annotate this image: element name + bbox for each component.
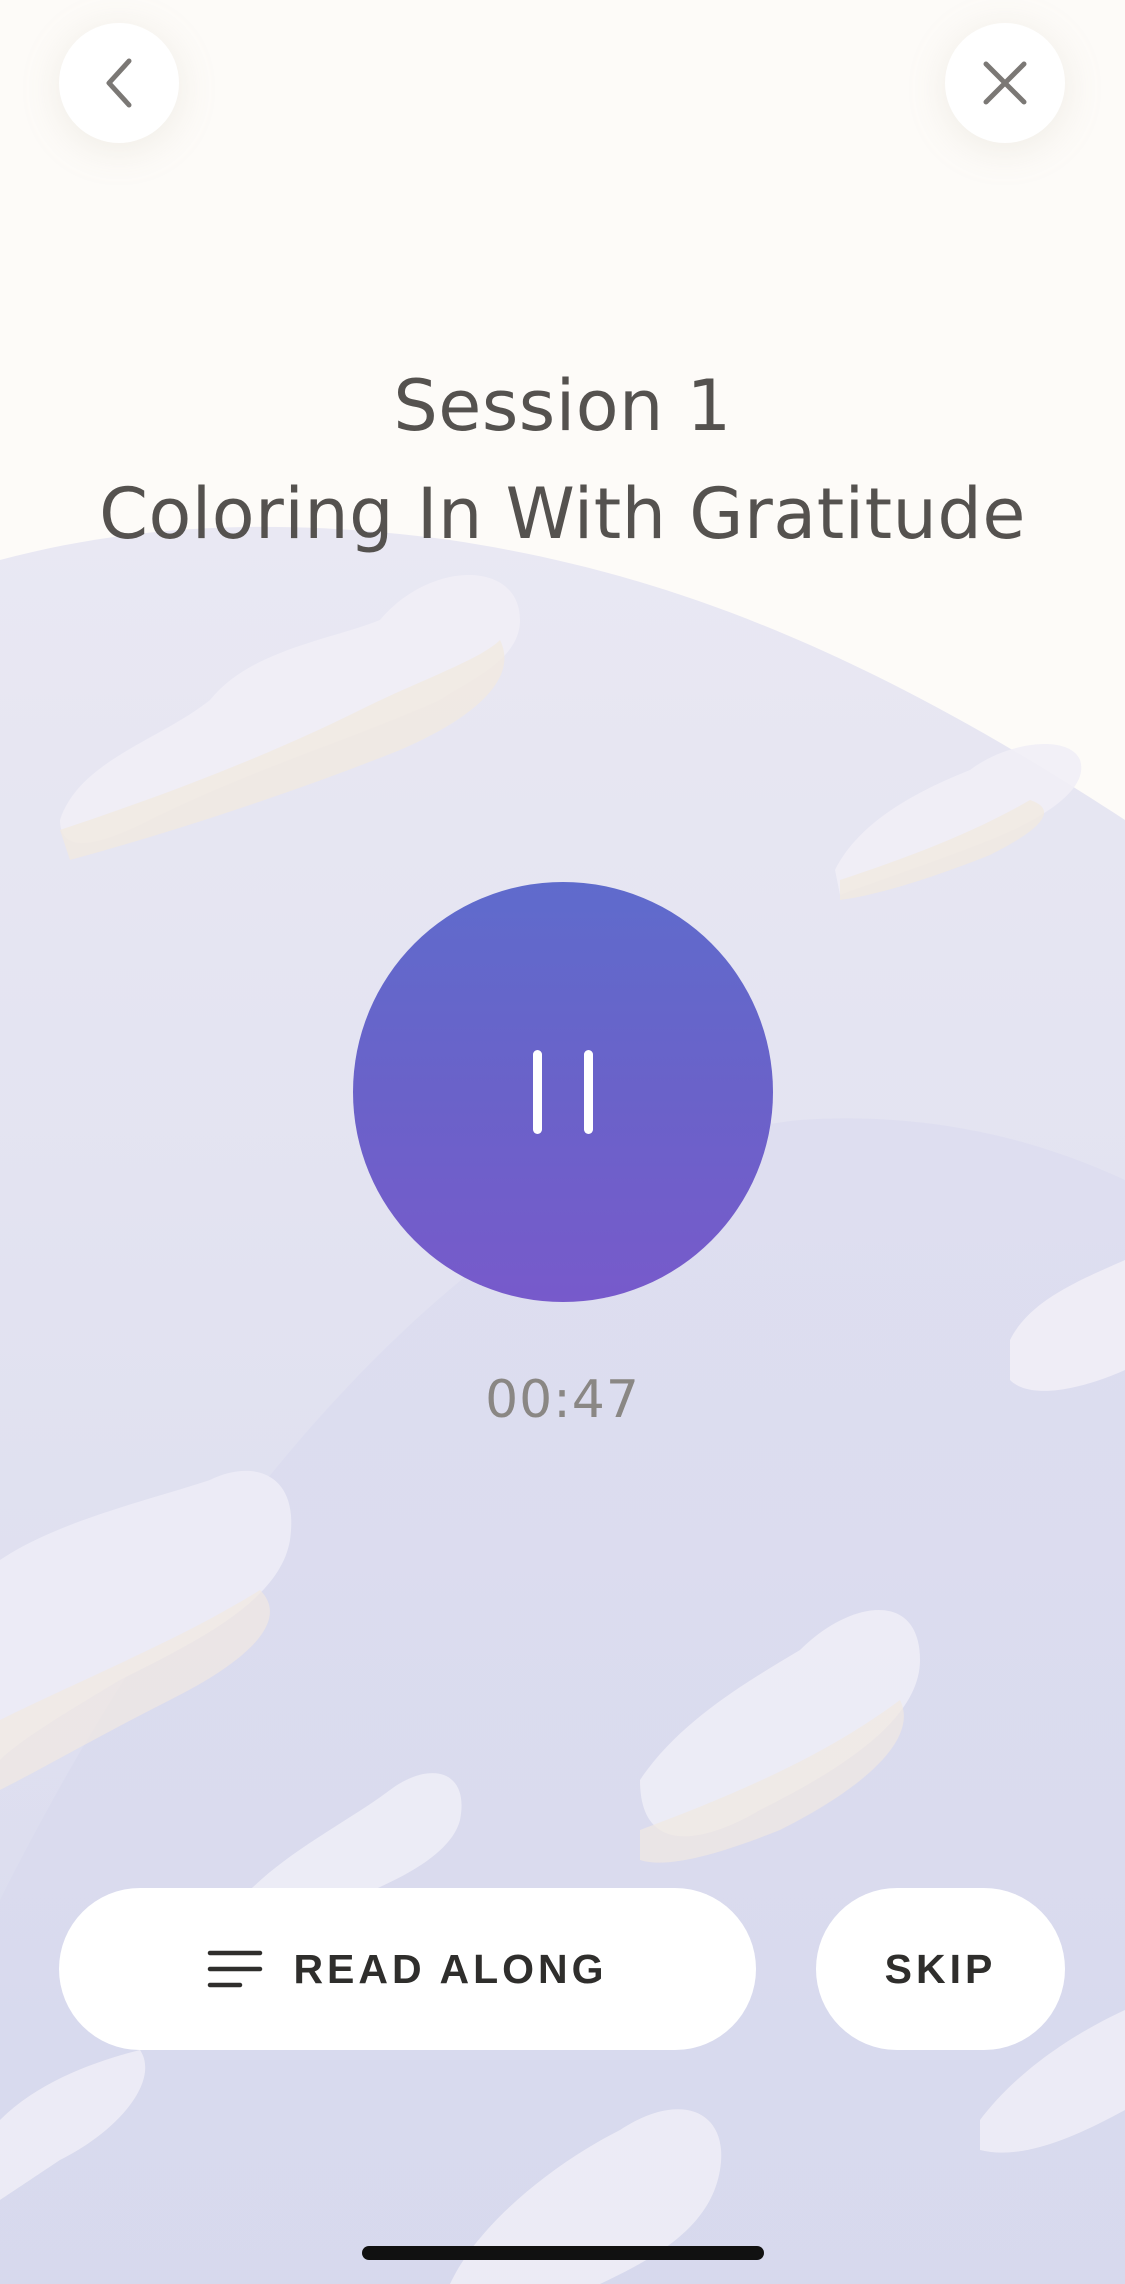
- close-button[interactable]: [945, 23, 1065, 143]
- session-label: Session 1: [393, 365, 732, 447]
- elapsed-time: 00:47: [485, 1370, 640, 1430]
- home-indicator[interactable]: [362, 2246, 764, 2260]
- read-along-label: READ ALONG: [293, 1945, 608, 1992]
- skip-button[interactable]: SKIP: [816, 1888, 1065, 2050]
- back-button[interactable]: [59, 23, 179, 143]
- pause-button[interactable]: [353, 882, 773, 1302]
- chevron-left-icon: [106, 58, 132, 108]
- close-icon: [983, 61, 1027, 105]
- session-title: Coloring In With Gratitude: [99, 473, 1026, 555]
- skip-label: SKIP: [884, 1945, 997, 1992]
- menu-lines-icon: [207, 1949, 263, 1989]
- pause-icon-bar-right: [584, 1050, 593, 1134]
- read-along-button[interactable]: READ ALONG: [59, 1888, 756, 2050]
- pause-icon-bar-left: [533, 1050, 542, 1134]
